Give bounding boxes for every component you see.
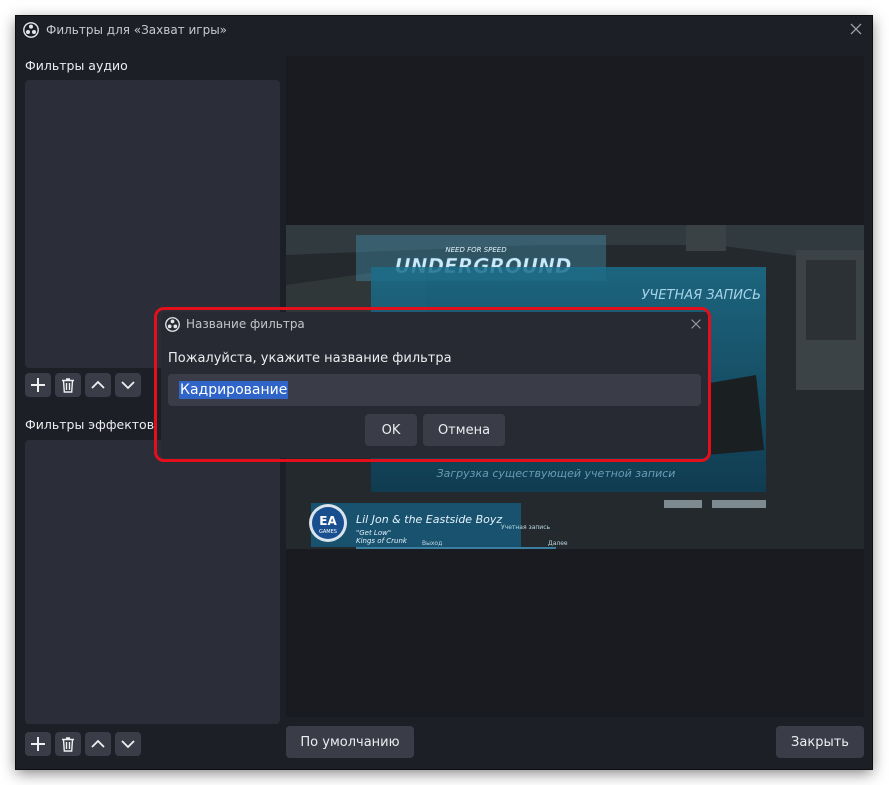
song-album: Kings of Crunk <box>356 537 408 545</box>
effect-move-up-button[interactable] <box>85 732 111 756</box>
close-button[interactable]: Закрыть <box>776 726 864 758</box>
game-footer-left: Выход <box>422 540 442 547</box>
chevron-up-icon <box>91 739 105 748</box>
game-menu-title: УЧЕТНАЯ ЗАПИСЬ <box>641 288 761 303</box>
game-logo-top: NEED FOR SPEED <box>445 246 507 254</box>
effect-move-down-button[interactable] <box>115 732 141 756</box>
defaults-button[interactable]: По умолчанию <box>286 726 414 758</box>
effect-filters-label: Фильтры эффектов <box>25 417 155 432</box>
highlight-outline <box>154 307 711 462</box>
plus-icon <box>31 737 45 751</box>
plus-icon <box>31 378 45 392</box>
audio-move-up-button[interactable] <box>85 373 111 397</box>
trash-icon <box>62 737 74 752</box>
ea-logo: EA <box>319 514 337 528</box>
chevron-down-icon <box>121 381 135 390</box>
ea-games-label: GAMES <box>319 529 337 535</box>
effect-remove-button[interactable] <box>55 732 81 756</box>
audio-add-button[interactable] <box>25 373 51 397</box>
window-close-icon[interactable] <box>848 21 864 37</box>
chevron-up-icon <box>91 380 105 389</box>
window-title: Фильтры для «Захват игры» <box>46 23 228 37</box>
game-menu-status: Загрузка существующей учетной записи <box>437 467 676 480</box>
song-title: "Get Low" <box>356 529 391 537</box>
effect-filters-list[interactable] <box>25 440 280 724</box>
game-footer-mid: Учетная запись <box>501 524 550 531</box>
audio-filters-label: Фильтры аудио <box>25 58 128 73</box>
song-artist: Lil Jon & the Eastside Boyz <box>356 513 502 526</box>
audio-remove-button[interactable] <box>55 373 81 397</box>
obs-logo-icon <box>23 22 39 38</box>
game-footer-right: Далее <box>548 540 568 547</box>
chevron-down-icon <box>121 740 135 749</box>
window-title-bar: Фильтры для «Захват игры» <box>16 16 872 44</box>
effect-add-button[interactable] <box>25 732 51 756</box>
trash-icon <box>62 378 74 393</box>
audio-move-down-button[interactable] <box>115 373 141 397</box>
